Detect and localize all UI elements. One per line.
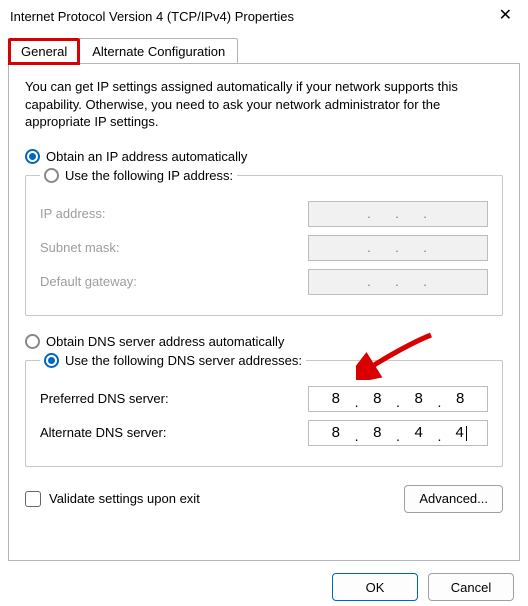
radio-obtain-ip-auto[interactable]: Obtain an IP address automatically	[25, 149, 503, 164]
label-alternate-dns: Alternate DNS server:	[40, 425, 166, 440]
text-caret-icon	[466, 426, 467, 441]
group-manual-ip: Use the following IP address: IP address…	[25, 168, 503, 316]
radio-label: Use the following IP address:	[65, 168, 233, 183]
group-manual-dns: Use the following DNS server addresses: …	[25, 353, 503, 467]
intro-text: You can get IP settings assigned automat…	[25, 78, 503, 131]
checkbox-label: Validate settings upon exit	[49, 491, 200, 506]
label-default-gateway: Default gateway:	[40, 274, 137, 289]
radio-label: Obtain DNS server address automatically	[46, 334, 284, 349]
radio-use-following-ip[interactable]: Use the following IP address:	[40, 168, 237, 183]
radio-icon	[44, 168, 59, 183]
radio-label: Obtain an IP address automatically	[46, 149, 247, 164]
label-subnet-mask: Subnet mask:	[40, 240, 120, 255]
title-bar: Internet Protocol Version 4 (TCP/IPv4) P…	[0, 0, 528, 32]
radio-icon	[25, 334, 40, 349]
tab-alternate-configuration[interactable]: Alternate Configuration	[79, 38, 238, 64]
tab-general[interactable]: General	[8, 38, 80, 65]
input-ip-address: . . .	[308, 201, 488, 227]
input-preferred-dns[interactable]: 8. 8. 8. 8	[308, 386, 488, 412]
radio-label: Use the following DNS server addresses:	[65, 353, 302, 368]
input-default-gateway: . . .	[308, 269, 488, 295]
window-title: Internet Protocol Version 4 (TCP/IPv4) P…	[10, 9, 294, 24]
cancel-button[interactable]: Cancel	[428, 573, 514, 601]
ok-button[interactable]: OK	[332, 573, 418, 601]
radio-icon	[25, 149, 40, 164]
radio-use-following-dns[interactable]: Use the following DNS server addresses:	[40, 353, 306, 368]
label-ip-address: IP address:	[40, 206, 106, 221]
tab-panel-general: You can get IP settings assigned automat…	[8, 63, 520, 561]
dialog-footer: OK Cancel	[0, 561, 528, 601]
close-icon[interactable]: ✕	[478, 8, 518, 24]
checkbox-validate-on-exit[interactable]: Validate settings upon exit	[25, 491, 200, 507]
advanced-button[interactable]: Advanced...	[404, 485, 503, 513]
radio-icon	[44, 353, 59, 368]
radio-obtain-dns-auto[interactable]: Obtain DNS server address automatically	[25, 334, 503, 349]
tab-strip: General Alternate Configuration	[0, 38, 528, 64]
label-preferred-dns: Preferred DNS server:	[40, 391, 169, 406]
input-alternate-dns[interactable]: 8. 8. 4. 4	[308, 420, 488, 446]
input-subnet-mask: . . .	[308, 235, 488, 261]
checkbox-icon	[25, 491, 41, 507]
